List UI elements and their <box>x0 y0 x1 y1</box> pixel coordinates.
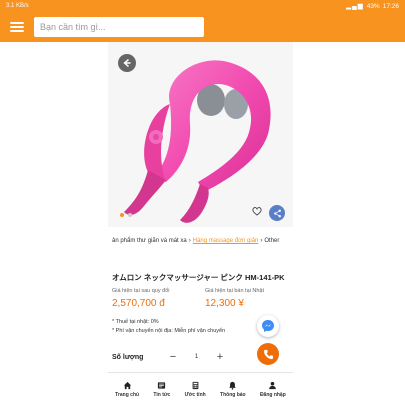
price-jp-value: 12,300 ¥ <box>205 298 244 309</box>
nav-label-estimate: Ước tính <box>184 391 206 398</box>
status-right: ▂▄▆ 43% 17:26 <box>346 2 399 11</box>
back-arrow-icon[interactable] <box>118 54 136 72</box>
quantity-decrease-button[interactable]: − <box>167 351 179 363</box>
gallery-dot-active[interactable] <box>120 213 124 217</box>
nav-item-estimate[interactable]: Ước tính <box>185 381 206 398</box>
nav-item-home[interactable]: Trang chủ <box>115 381 139 398</box>
search-input[interactable]: Bạn cần tìm gì... <box>34 17 204 37</box>
price-jp-block: Giá hiện tại bán tại Nhật 12,300 ¥ <box>205 288 264 309</box>
news-icon <box>158 381 166 389</box>
hamburger-menu-icon[interactable] <box>10 22 24 32</box>
price-vn-label: Giá hiện tại sau quy đổi <box>112 288 170 294</box>
quantity-label: Số lượng <box>112 353 144 361</box>
breadcrumb-subcategory-link[interactable]: Hàng massage đơn giản <box>193 238 259 244</box>
tax-note: * Thuế tại nhật: 0% <box>112 319 159 325</box>
network-speed: 3.1 KB/s <box>6 3 29 9</box>
heart-icon[interactable] <box>251 205 263 217</box>
price-vn-value: 2,570,700 đ <box>112 298 165 309</box>
breadcrumb-current[interactable]: Other <box>264 238 279 244</box>
quantity-stepper: Số lượng − 1 + <box>112 350 232 364</box>
home-icon <box>123 381 131 389</box>
nav-label-notifications: Thông báo <box>220 391 246 398</box>
nav-item-login[interactable]: Đăng nhập <box>260 381 286 398</box>
battery-percent: 43% <box>366 2 380 10</box>
product-notes: * Thuế tại nhật: 0% * Phí vận chuyển nội… <box>112 318 225 336</box>
share-icon[interactable] <box>269 205 285 221</box>
bell-icon <box>229 381 237 390</box>
nav-label-home: Trang chủ <box>115 391 140 398</box>
calculator-icon <box>192 381 199 389</box>
quantity-increase-button[interactable]: + <box>214 351 226 363</box>
app-header: Bạn cần tìm gì... <box>0 12 405 42</box>
phone-icon <box>263 349 273 359</box>
breadcrumb-separator: › <box>260 238 263 244</box>
price-vn-block: Giá hiện tại sau quy đổi 2,570,700 đ <box>112 288 169 309</box>
nav-label-login: Đăng nhập <box>259 391 286 398</box>
breadcrumb: ản phẩm thư giãn và mát xa › Hàng massag… <box>112 236 295 246</box>
messenger-button[interactable] <box>257 315 279 337</box>
nav-label-news: Tin tức <box>153 391 171 398</box>
product-title: オムロン ネックマッサージャー ピンク HM-141-PK <box>112 273 285 282</box>
search-placeholder: Bạn cần tìm gì... <box>40 22 106 32</box>
clock: 17:26 <box>382 2 399 10</box>
breadcrumb-separator: › <box>188 238 191 244</box>
breadcrumb-category[interactable]: ản phẩm thư giãn và mát xa <box>112 238 187 244</box>
gallery-dot[interactable] <box>128 213 132 217</box>
nav-item-news[interactable]: Tin tức <box>153 381 170 398</box>
signal-icon: ▂▄▆ <box>346 3 364 10</box>
messenger-icon <box>262 320 274 332</box>
status-bar: 3.1 KB/s ▂▄▆ 43% 17:26 <box>0 0 405 12</box>
quantity-value[interactable]: 1 <box>179 354 214 360</box>
call-button[interactable] <box>257 343 279 365</box>
product-image-gallery[interactable] <box>108 42 293 227</box>
bottom-nav: Trang chủ Tin tức Ước tính Thông báo Đăn… <box>108 372 293 405</box>
shipping-note: * Phí vận chuyển nội địa: Miễn phí vận c… <box>112 328 226 334</box>
user-icon <box>269 381 277 389</box>
nav-item-notifications[interactable]: Thông báo <box>220 381 246 398</box>
price-jp-label: Giá hiện tại bán tại Nhật <box>205 288 265 294</box>
neck-massager-image <box>124 60 271 223</box>
gallery-pagination <box>120 213 132 217</box>
status-left: 3.1 KB/s <box>6 3 29 9</box>
